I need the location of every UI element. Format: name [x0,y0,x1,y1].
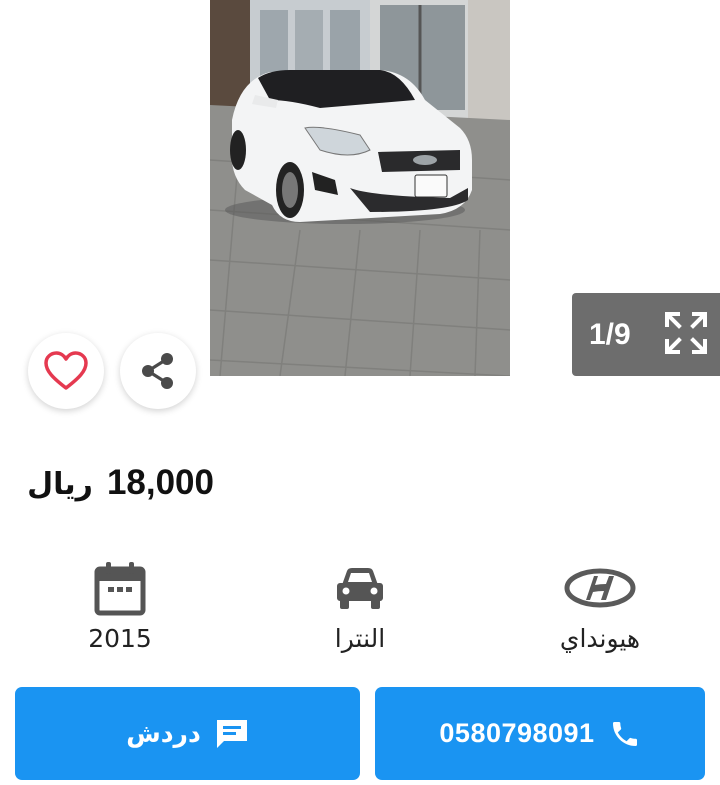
phone-number: 0580798091 [439,718,595,748]
image-counter: 1/9 [589,317,631,351]
listing-price: ريال 18,000 [27,463,214,503]
hyundai-logo-icon [564,558,636,618]
chat-icon [216,719,247,748]
share-icon [142,353,173,389]
spec-model-value: النترا [334,624,386,653]
fullscreen-button[interactable] [664,311,708,355]
next-image-button[interactable] [638,150,678,190]
price-amount: 18,000 [106,463,214,502]
call-button[interactable]: 0580798091 [375,687,705,780]
image-gallery: 1/9 [0,0,720,409]
phone-icon [612,721,637,746]
spec-year: 2015 [30,558,210,653]
spec-brand: هيونداي [510,558,690,653]
chevron-right-icon [649,156,666,184]
image-counter-panel: 1/9 [572,293,720,376]
share-button[interactable] [120,333,196,409]
chat-button-label: دردش [126,719,201,748]
spec-brand-value: هيونداي [559,624,641,653]
chat-button[interactable]: دردش [15,687,360,780]
car-photo[interactable] [210,0,510,376]
price-currency: ريال [27,467,93,502]
previous-image-button[interactable] [41,150,81,190]
heart-icon [44,351,88,390]
chevron-left-icon [53,156,70,184]
spec-model: النترا [270,558,450,653]
expand-icon [665,312,707,354]
spec-year-value: 2015 [88,624,152,653]
favorite-button[interactable] [28,333,104,409]
calendar-icon [94,558,146,618]
car-icon [334,558,386,618]
